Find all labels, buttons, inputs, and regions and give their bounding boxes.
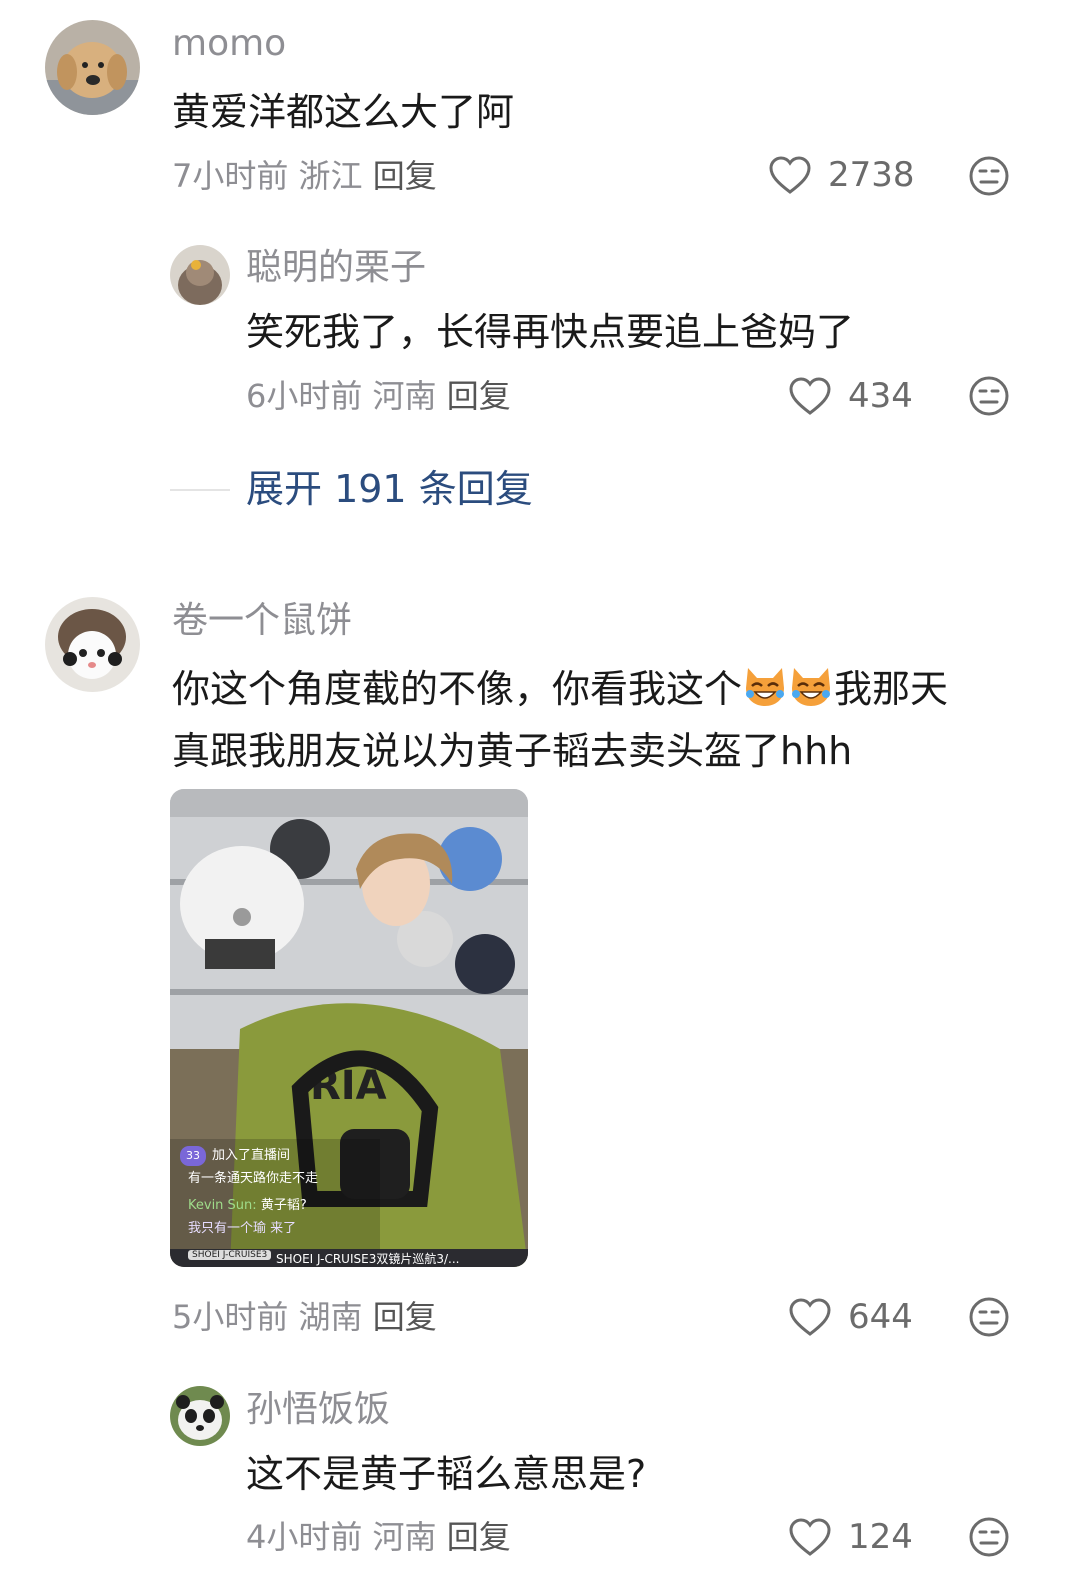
level-badge: 33 <box>180 1146 206 1166</box>
overlay-user: Kevin Sun: <box>188 1198 257 1213</box>
heart-outline-icon[interactable] <box>788 1297 832 1337</box>
like-count: 644 <box>848 1297 913 1337</box>
meh-face-icon[interactable] <box>968 1516 1010 1558</box>
comment-text-line: 我那天 <box>834 667 949 711</box>
meh-face-icon[interactable] <box>968 155 1010 197</box>
heart-outline-icon[interactable] <box>768 155 812 195</box>
like-count: 124 <box>848 1517 913 1557</box>
comment-text-line: 真跟我朋友说以为黄子韬去卖头盔了hhh <box>172 729 853 773</box>
comment-time: 6小时前 <box>246 377 363 415</box>
divider <box>170 489 230 491</box>
heart-outline-icon[interactable] <box>788 1517 832 1557</box>
comment-meta: 7小时前 浙江 回复 <box>172 156 437 196</box>
username[interactable]: 卷一个鼠饼 <box>172 599 352 643</box>
comment-time: 5小时前 <box>172 1298 289 1336</box>
comment-text: 这不是黄子韬么意思是? <box>246 1452 647 1496</box>
avatar[interactable] <box>45 597 140 692</box>
comment-location: 浙江 <box>298 157 363 195</box>
comment-text-line: 你这个角度截的不像，你看我这个 <box>172 667 743 711</box>
username[interactable]: momo <box>172 22 286 66</box>
comment-time: 7小时前 <box>172 157 289 195</box>
avatar[interactable] <box>170 245 230 305</box>
product-tag: SHOEI J-CRUISE3 <box>188 1250 272 1260</box>
comment-location: 河南 <box>372 1518 437 1556</box>
meh-face-icon[interactable] <box>968 1296 1010 1338</box>
reply-button[interactable]: 回复 <box>447 377 511 415</box>
comment-meta: 5小时前 湖南 回复 <box>172 1297 437 1337</box>
overlay-message: Kevin Sun: 黄子韬? <box>188 1196 307 1216</box>
laughing-cat-emoji-icon <box>788 664 834 723</box>
expand-replies-link[interactable]: 展开 191 条回复 <box>246 465 533 513</box>
overlay-message: 我只有一个瑜 来了 <box>188 1221 297 1236</box>
comment-meta: 4小时前 河南 回复 <box>246 1517 511 1557</box>
overlay-text: 加入了直播间 <box>212 1148 291 1163</box>
reply-button[interactable]: 回复 <box>373 1298 437 1336</box>
overlay-text: 黄子韬? <box>260 1198 307 1213</box>
meh-face-icon[interactable] <box>968 375 1010 417</box>
heart-outline-icon[interactable] <box>788 376 832 416</box>
username[interactable]: 孙悟饭饭 <box>246 1388 390 1432</box>
overlay-message: 有一条通天路你走不走 <box>188 1171 319 1186</box>
comment-text: 你这个角度截的不像，你看我这个 我那天 真跟我朋友说以为黄子韬去卖头盔了hhh <box>172 661 1032 779</box>
comment-meta: 6小时前 河南 回复 <box>246 376 511 416</box>
avatar[interactable] <box>45 20 140 115</box>
product-title: SHOEI J-CRUISE3双镜片巡航3/... <box>276 1252 460 1266</box>
overlay-join: 33 加入了直播间 <box>180 1146 290 1166</box>
comment-text: 黄爱洋都这么大了阿 <box>172 90 515 134</box>
comment-time: 4小时前 <box>246 1518 363 1556</box>
product-bar: SHOEI J-CRUISE3 SHOEI J-CRUISE3双镜片巡航3/..… <box>170 1249 528 1267</box>
avatar[interactable] <box>170 1386 230 1446</box>
comment-text: 笑死我了，长得再快点要追上爸妈了 <box>246 310 855 354</box>
laughing-cat-emoji-icon <box>742 664 788 723</box>
comment-image[interactable]: RIA 33 加入了直播间 有一条通天路你走不走 Kevin Sun: 黄子韬? … <box>170 789 528 1267</box>
reply-button[interactable]: 回复 <box>447 1518 511 1556</box>
like-count: 2738 <box>828 155 915 195</box>
username[interactable]: 聪明的栗子 <box>246 246 426 290</box>
comment-location: 河南 <box>372 377 437 415</box>
like-count: 434 <box>848 376 913 416</box>
reply-button[interactable]: 回复 <box>373 157 437 195</box>
comment-location: 湖南 <box>298 1298 363 1336</box>
